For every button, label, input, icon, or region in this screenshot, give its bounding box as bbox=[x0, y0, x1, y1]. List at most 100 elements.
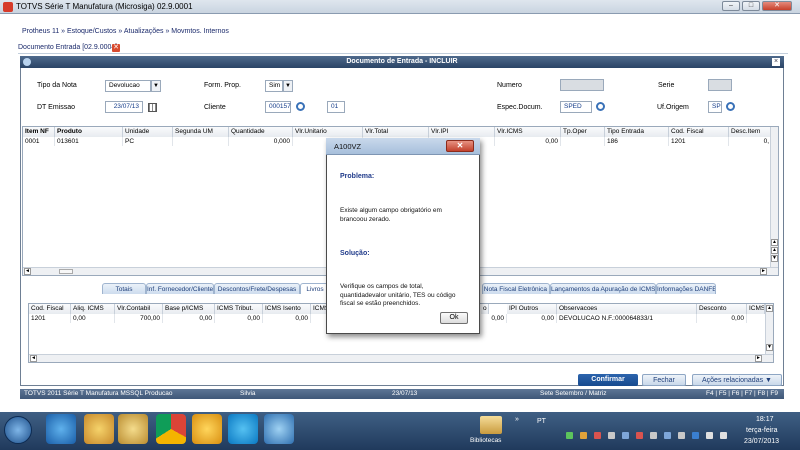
grid-cell[interactable]: 0,00 bbox=[71, 314, 115, 323]
scroll-up-icon[interactable]: ▲ bbox=[766, 305, 773, 312]
grid-cell[interactable]: 1201 bbox=[669, 137, 729, 146]
tray-icon[interactable] bbox=[650, 432, 657, 439]
grid-cell[interactable] bbox=[561, 137, 605, 146]
scroll-down-icon[interactable]: ▼ bbox=[766, 344, 773, 351]
tray-icon[interactable] bbox=[608, 432, 615, 439]
column-header[interactable]: Tp.Oper bbox=[561, 127, 605, 137]
scroll-left-icon[interactable]: ◄ bbox=[30, 355, 37, 362]
grid-cell[interactable]: 1201 bbox=[29, 314, 71, 323]
minimize-button[interactable]: – bbox=[722, 1, 740, 11]
tab-descontos[interactable]: Descontos/Frete/Despesas bbox=[214, 283, 300, 294]
window-close-button[interactable]: ✕ bbox=[762, 1, 792, 11]
column-header[interactable]: Unidade bbox=[123, 127, 173, 137]
column-header[interactable]: Vlr.Unitario bbox=[293, 127, 363, 137]
grid-cell[interactable] bbox=[173, 137, 229, 146]
serie-field[interactable] bbox=[708, 79, 732, 91]
grid-cell[interactable]: PC bbox=[123, 137, 173, 146]
column-header[interactable]: Vlr.ICMS bbox=[495, 127, 561, 137]
tray-icon[interactable] bbox=[594, 432, 601, 439]
column-header[interactable]: IPI Outros bbox=[507, 304, 557, 314]
grid-cell[interactable]: 0,00 bbox=[495, 137, 561, 146]
column-header[interactable]: Desconto bbox=[697, 304, 747, 314]
column-header[interactable]: Tipo Entrada bbox=[605, 127, 669, 137]
tab-inf-fornecedor[interactable]: Inf. Fornecedor/Cliente bbox=[146, 283, 214, 294]
tab-apuracao-icms[interactable]: Lançamentos da Apuração de ICMS bbox=[550, 283, 656, 294]
column-header[interactable]: Vlr.Total bbox=[363, 127, 429, 137]
column-header[interactable]: Desc.Item bbox=[729, 127, 772, 137]
scroll-left-icon[interactable]: ◄ bbox=[24, 268, 31, 275]
error-dialog-close-button[interactable]: ✕ bbox=[446, 140, 474, 152]
confirm-button[interactable]: Confirmar bbox=[578, 374, 638, 386]
grid-cell[interactable]: 700,00 bbox=[115, 314, 163, 323]
column-header[interactable]: ICMS Tribut. bbox=[215, 304, 263, 314]
books-horizontal-scrollbar[interactable]: ◄ ► bbox=[29, 354, 773, 362]
uf-origem-field[interactable]: SP bbox=[708, 101, 722, 113]
calendar-icon[interactable] bbox=[148, 103, 157, 112]
column-header[interactable]: Item NF bbox=[23, 127, 55, 137]
volume-icon[interactable] bbox=[720, 432, 727, 439]
cliente-field[interactable]: 000157 bbox=[265, 101, 291, 113]
tipo-nota-select[interactable]: Devolucao bbox=[105, 80, 151, 92]
grid-cell[interactable]: 0001 bbox=[23, 137, 55, 146]
document-tab[interactable]: Documento Entrada [02.9.0004] bbox=[18, 44, 117, 51]
related-actions-button[interactable]: Ações relacionadas ▼ bbox=[692, 374, 782, 386]
ok-button[interactable]: Ok bbox=[440, 312, 468, 324]
clock-day[interactable]: terça-feira bbox=[746, 427, 778, 434]
scroll-right-icon[interactable]: ► bbox=[755, 355, 762, 362]
column-header[interactable]: o bbox=[481, 304, 489, 314]
grid-cell[interactable]: 0,00 bbox=[697, 314, 747, 323]
tray-icon[interactable] bbox=[622, 432, 629, 439]
column-header[interactable]: Vlr.Contabil bbox=[115, 304, 163, 314]
clock-date[interactable]: 23/07/2013 bbox=[744, 438, 779, 445]
document-tab-close-icon[interactable]: ✕ bbox=[112, 44, 120, 52]
form-prop-dropdown-icon[interactable]: ▼ bbox=[283, 80, 293, 92]
dt-emissao-field[interactable]: 23/07/13 bbox=[105, 101, 143, 113]
tray-icon[interactable] bbox=[664, 432, 671, 439]
grid-cell[interactable]: 0,00 bbox=[163, 314, 215, 323]
grid-cell[interactable]: 013601 bbox=[55, 137, 123, 146]
column-header[interactable]: Vlr.IPI bbox=[429, 127, 495, 137]
grid-cell[interactable]: 0,00 bbox=[263, 314, 311, 323]
tab-totais[interactable]: Totais bbox=[102, 283, 146, 294]
uf-search-icon[interactable] bbox=[726, 102, 735, 111]
column-header[interactable]: Cod. Fiscal bbox=[29, 304, 71, 314]
toolbar-expand-icon[interactable]: » bbox=[515, 416, 519, 423]
column-header[interactable]: Quantidade bbox=[229, 127, 293, 137]
close-button[interactable]: Fechar bbox=[642, 374, 686, 386]
espec-docum-field[interactable]: SPED bbox=[560, 101, 592, 113]
column-header[interactable]: ICMS bbox=[747, 304, 765, 314]
column-header[interactable]: Produto bbox=[55, 127, 123, 137]
scroll-up-icon[interactable]: ▲ bbox=[771, 247, 778, 254]
dialog-close-icon[interactable]: × bbox=[772, 58, 780, 66]
tray-icon[interactable] bbox=[636, 432, 643, 439]
column-header[interactable]: ICMS Isento bbox=[263, 304, 311, 314]
numero-field[interactable] bbox=[560, 79, 604, 91]
scroll-top-icon[interactable]: ▲ bbox=[771, 239, 778, 246]
tray-icon[interactable] bbox=[566, 432, 573, 439]
items-vertical-scrollbar[interactable]: ▲ ▲ ▼ bbox=[770, 127, 778, 267]
column-header[interactable]: Base p/ICMS bbox=[163, 304, 215, 314]
grid-cell[interactable]: 0, bbox=[729, 137, 772, 146]
column-header[interactable]: Observacoes bbox=[557, 304, 697, 314]
column-header[interactable]: Segunda UM bbox=[173, 127, 229, 137]
chrome-icon[interactable] bbox=[156, 414, 186, 444]
form-prop-select[interactable]: Sim bbox=[265, 80, 283, 92]
tab-nfe[interactable]: Nota Fiscal Eletrônica bbox=[482, 283, 550, 294]
espec-search-icon[interactable] bbox=[596, 102, 605, 111]
grid-cell[interactable]: 0,000 bbox=[229, 137, 293, 146]
scroll-thumb[interactable] bbox=[59, 269, 73, 274]
language-indicator[interactable]: PT bbox=[537, 418, 546, 425]
grid-cell[interactable]: DEVOLUCAO N.F.:000064833/1 bbox=[557, 314, 697, 323]
network-icon[interactable] bbox=[706, 432, 713, 439]
bluetooth-icon[interactable] bbox=[692, 432, 699, 439]
grid-cell[interactable]: 0,00 bbox=[215, 314, 263, 323]
loja-field[interactable]: 01 bbox=[327, 101, 345, 113]
grid-cell[interactable]: 186 bbox=[605, 137, 669, 146]
app-icon[interactable] bbox=[192, 414, 222, 444]
libraries-icon[interactable] bbox=[480, 416, 502, 434]
column-header[interactable]: Aliq. ICMS bbox=[71, 304, 115, 314]
network-app-icon[interactable] bbox=[264, 414, 294, 444]
books-vertical-scrollbar[interactable]: ▲ ▼ bbox=[765, 304, 773, 354]
scroll-down-icon[interactable]: ▼ bbox=[771, 255, 778, 262]
clock-time[interactable]: 18:17 bbox=[756, 416, 774, 423]
